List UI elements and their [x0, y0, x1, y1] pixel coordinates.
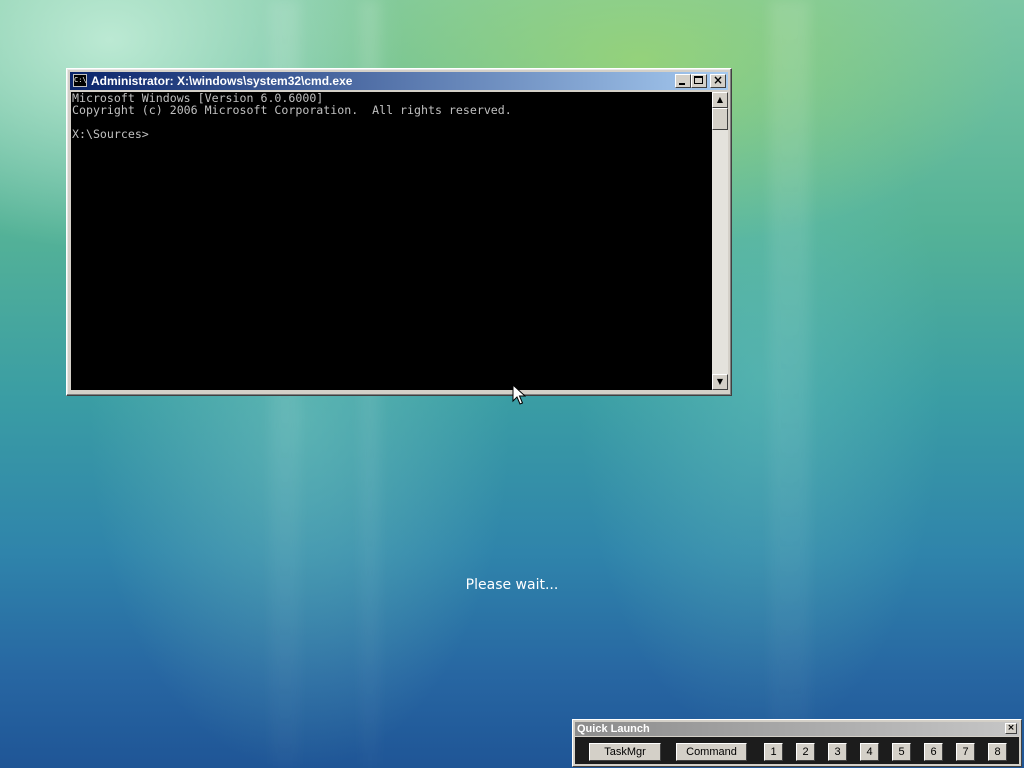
background-light-streak — [770, 0, 810, 768]
close-icon: × — [712, 73, 724, 87]
quick-launch-slot-1[interactable]: 1 — [764, 743, 783, 761]
cmd-titlebar[interactable]: C:\ Administrator: X:\windows\system32\c… — [70, 72, 728, 90]
quick-launch-slot-5[interactable]: 5 — [892, 743, 911, 761]
scroll-down-button[interactable]: ▼ — [712, 374, 728, 390]
scroll-down-icon: ▼ — [716, 377, 724, 386]
quick-launch-slot-6[interactable]: 6 — [924, 743, 943, 761]
quick-launch-titlebar: Quick Launch × — [575, 722, 1019, 736]
quick-launch-slot-3[interactable]: 3 — [828, 743, 847, 761]
quick-launch-close-button[interactable]: × — [1005, 723, 1017, 734]
minimize-icon — [679, 83, 685, 85]
console-area[interactable]: Microsoft Windows [Version 6.0.6000] Cop… — [71, 92, 712, 390]
scroll-up-icon: ▲ — [716, 95, 724, 104]
console-prompt[interactable]: X:\Sources> — [71, 128, 712, 140]
quick-launch-panel[interactable]: Quick Launch × TaskMgr Command 1 2 3 4 5… — [572, 719, 1022, 767]
cmd-window[interactable]: C:\ Administrator: X:\windows\system32\c… — [66, 68, 732, 396]
maximize-icon — [694, 76, 703, 84]
close-icon: × — [1007, 723, 1015, 733]
command-button[interactable]: Command — [676, 743, 747, 761]
scroll-up-button[interactable]: ▲ — [712, 92, 728, 108]
maximize-button[interactable] — [691, 74, 707, 88]
cmd-window-title: Administrator: X:\windows\system32\cmd.e… — [91, 74, 353, 88]
taskmgr-button[interactable]: TaskMgr — [589, 743, 661, 761]
cmd-window-icon[interactable]: C:\ — [73, 74, 87, 87]
quick-launch-slot-4[interactable]: 4 — [860, 743, 879, 761]
quick-launch-slot-8[interactable]: 8 — [988, 743, 1007, 761]
please-wait-status: Please wait... — [465, 577, 559, 593]
minimize-button[interactable] — [675, 74, 691, 88]
mouse-pointer-icon — [512, 384, 526, 405]
close-button[interactable]: × — [710, 73, 726, 88]
quick-launch-slot-7[interactable]: 7 — [956, 743, 975, 761]
quick-launch-toolbar: TaskMgr Command 1 2 3 4 5 6 7 8 — [575, 737, 1019, 764]
console-line: Copyright (c) 2006 Microsoft Corporation… — [72, 103, 512, 117]
quick-launch-slot-2[interactable]: 2 — [796, 743, 815, 761]
quick-launch-title: Quick Launch — [577, 723, 650, 735]
vertical-scrollbar[interactable]: ▲ ▼ — [712, 92, 728, 390]
console-line — [71, 116, 712, 128]
scroll-thumb[interactable] — [712, 108, 728, 130]
